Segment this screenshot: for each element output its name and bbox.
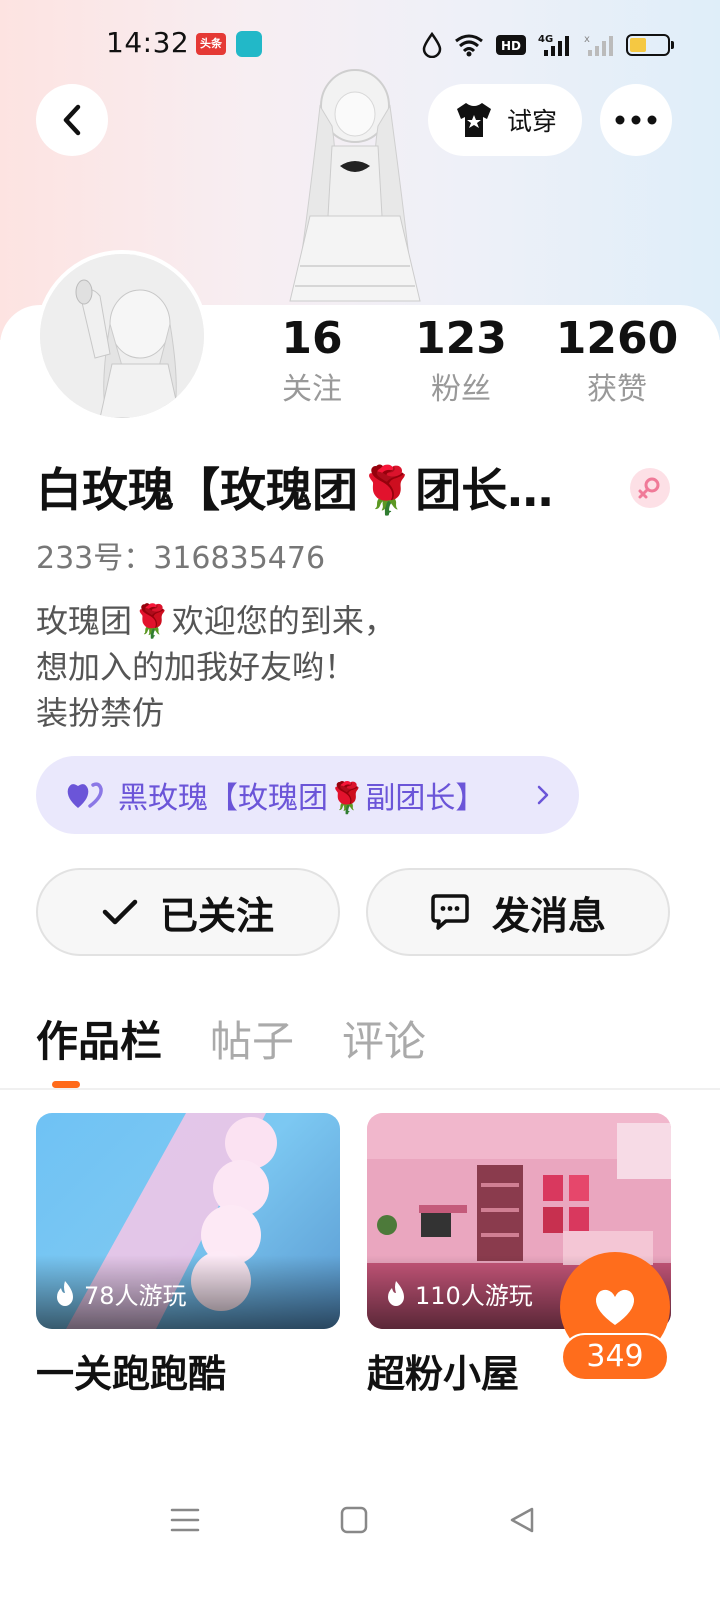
status-icons: HD 4G x	[422, 28, 674, 62]
following-button[interactable]: 已关注	[36, 868, 340, 956]
profile-name: 白玫瑰【玫瑰团🌹团长…	[36, 463, 554, 517]
shirt-icon	[456, 103, 491, 137]
hd-icon: HD	[496, 35, 526, 55]
stat-following-label: 关注	[282, 372, 342, 407]
work-card-parkour[interactable]: 78人游玩	[36, 1113, 340, 1329]
signal-4g-icon: 4G	[538, 34, 569, 56]
bio-line: 想加入的加我好友哟！	[36, 648, 357, 686]
battery-level	[630, 38, 647, 52]
stat-following-value: 16	[281, 313, 343, 364]
tab-comments[interactable]: 评论	[342, 1010, 426, 1080]
system-navigation-bar	[0, 1480, 720, 1560]
double-heart-icon	[67, 782, 103, 808]
chat-bubble-icon	[431, 894, 469, 930]
stat-likes-value: 1260	[555, 313, 679, 364]
avatar-character-image	[289, 69, 421, 302]
status-bar: 14:32 头条 HD 4G x	[0, 0, 720, 88]
active-tab-indicator	[52, 1081, 80, 1088]
like-count: 349	[561, 1333, 669, 1381]
stat-likes-label: 获赞	[587, 372, 647, 407]
signal-empty-icon: x	[584, 34, 613, 56]
user-id: 233号：316835476	[36, 541, 326, 576]
following-label: 已关注	[159, 893, 274, 938]
status-time: 14:32	[106, 26, 190, 59]
profile-bio: 玫瑰团🌹欢迎您的到来， 想加入的加我好友哟！ 装扮禁仿	[36, 598, 396, 736]
more-dots-icon	[615, 115, 657, 125]
flame-icon	[57, 1280, 73, 1306]
wifi-icon	[455, 34, 483, 57]
heart-icon	[595, 1289, 635, 1325]
tab-works[interactable]: 作品栏	[36, 1010, 162, 1080]
home-square-icon[interactable]	[334, 1500, 374, 1540]
best-friend-label: 黑玫瑰【玫瑰团🌹副团长】	[118, 781, 486, 816]
back-button[interactable]	[36, 84, 108, 156]
try-on-label: 试穿	[506, 107, 557, 136]
send-message-label: 发消息	[491, 893, 606, 938]
more-options-button[interactable]	[600, 84, 672, 156]
svg-text:4G: 4G	[538, 34, 553, 45]
send-message-button[interactable]: 发消息	[366, 868, 670, 956]
best-friend-chip[interactable]: 黑玫瑰【玫瑰团🌹副团长】	[36, 756, 579, 834]
stat-following[interactable]: 16 关注	[262, 312, 362, 410]
tabs-divider	[0, 1088, 720, 1090]
stat-fans-value: 123	[415, 313, 507, 364]
svg-text:x: x	[584, 34, 590, 45]
work-title[interactable]: 超粉小屋	[367, 1348, 519, 1400]
chevron-left-icon	[63, 104, 81, 136]
stat-fans-label: 粉丝	[431, 372, 491, 407]
bio-line: 玫瑰团🌹欢迎您的到来，	[36, 602, 396, 640]
news-app-icon: 头条	[196, 33, 226, 55]
content-tabs: 作品栏 帖子 评论	[36, 1010, 426, 1080]
stat-fans[interactable]: 123 粉丝	[406, 312, 516, 410]
tab-posts[interactable]: 帖子	[210, 1010, 294, 1080]
chevron-right-icon	[537, 785, 549, 805]
work-plays-label: 110人游玩	[415, 1282, 533, 1310]
work-plays-label: 78人游玩	[84, 1282, 187, 1310]
female-gender-icon	[630, 468, 670, 508]
back-triangle-icon[interactable]	[502, 1500, 542, 1540]
work-plays: 110人游玩	[385, 1276, 533, 1311]
work-plays: 78人游玩	[54, 1276, 187, 1311]
svg-text:HD: HD	[501, 39, 521, 53]
menu-icon[interactable]	[165, 1500, 205, 1540]
profile-stats: 16 关注 123 粉丝 1260 获赞	[0, 312, 720, 422]
battery-icon	[626, 34, 674, 56]
stat-likes[interactable]: 1260 获赞	[554, 312, 680, 410]
check-icon	[102, 899, 138, 925]
droplet-icon	[422, 32, 442, 58]
bio-line: 装扮禁仿	[36, 694, 165, 732]
try-on-button[interactable]: 试穿	[428, 84, 582, 156]
work-title[interactable]: 一关跑跑酷	[36, 1348, 226, 1400]
home-app-icon	[236, 31, 262, 57]
flame-icon	[388, 1280, 404, 1306]
